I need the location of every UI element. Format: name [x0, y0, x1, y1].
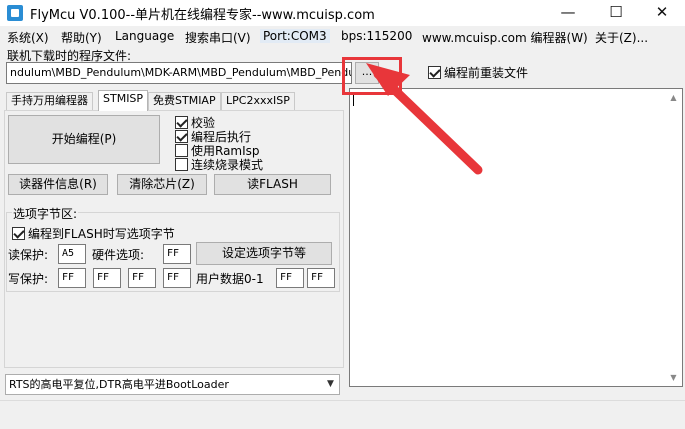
boot-mode-select[interactable]: RTS的高电平复位,DTR高电平进BootLoader ▼ [5, 374, 340, 395]
checkbox-checked-icon [428, 66, 441, 79]
window-title: FlyMcu V0.100--单片机在线编程专家--www.mcuisp.com [30, 8, 375, 23]
user-data-label: 用户数据0-1 [196, 272, 264, 286]
erase-chip-button[interactable]: 清除芯片(Z) [117, 174, 207, 195]
read-protect-label: 读保护: [8, 248, 49, 262]
menu-system[interactable]: 系统(X) [7, 29, 49, 46]
tab-free-stmiap[interactable]: 免费STMIAP [148, 92, 221, 110]
title-bar: FlyMcu V0.100--单片机在线编程专家--www.mcuisp.com… [0, 0, 685, 26]
log-output[interactable]: ▲ ▼ [349, 88, 683, 387]
tab-lpc2xxxisp[interactable]: LPC2xxxISP [221, 92, 295, 110]
status-bar [0, 400, 685, 429]
reload-before-program-label: 编程前重装文件 [444, 66, 529, 80]
boot-mode-selected-value: RTS的高电平复位,DTR高电平进BootLoader [9, 378, 229, 391]
menu-baud-rate[interactable]: bps:115200 [341, 29, 412, 43]
user-data-field-1[interactable]: FF [307, 268, 335, 288]
close-button[interactable]: ✕ [639, 0, 685, 26]
write-protect-field-0[interactable]: FF [58, 268, 86, 288]
menu-search-port[interactable]: 搜索串口(V) [185, 29, 251, 46]
tab-stmisp[interactable]: STMISP [98, 90, 149, 111]
read-flash-button[interactable]: 读FLASH [214, 174, 331, 195]
menu-about[interactable]: 关于(Z)... [595, 29, 648, 46]
tab-handheld-programmer[interactable]: 手持万用编程器 [6, 92, 93, 110]
write-protect-label: 写保护: [8, 272, 49, 286]
option-bytes-title: 选项字节区: [12, 205, 79, 222]
read-protect-field[interactable]: A5 [58, 244, 86, 264]
chevron-down-icon[interactable]: ▼ [322, 375, 339, 394]
write-protect-field-3[interactable]: FF [163, 268, 191, 288]
app-logo-icon [7, 5, 23, 21]
hardware-option-field[interactable]: FF [163, 244, 191, 264]
log-scrollbar[interactable]: ▲ ▼ [665, 89, 682, 386]
menu-language[interactable]: Language [115, 29, 174, 43]
menu-help[interactable]: 帮助(Y) [61, 29, 102, 46]
write-option-bytes-label: 编程到FLASH时写选项字节 [28, 227, 175, 241]
write-protect-field-2[interactable]: FF [128, 268, 156, 288]
menu-bar: 系统(X) 帮助(Y) Language 搜索串口(V) Port:COM3 b… [0, 27, 685, 47]
set-option-bytes-button[interactable]: 设定选项字节等 [196, 242, 332, 265]
hardware-option-label: 硬件选项: [92, 248, 145, 262]
continuous-burn-checkbox[interactable]: 连续烧录模式 [175, 156, 263, 173]
browse-file-button[interactable]: ... [355, 62, 379, 84]
user-data-field-0[interactable]: FF [276, 268, 304, 288]
write-protect-field-1[interactable]: FF [93, 268, 121, 288]
read-device-info-button[interactable]: 读器件信息(R) [8, 174, 108, 195]
write-option-bytes-checkbox[interactable]: 编程到FLASH时写选项字节 [12, 225, 175, 242]
checkbox-unchecked-icon [175, 158, 188, 171]
checkbox-checked-icon [12, 227, 25, 240]
scroll-up-arrow-icon[interactable]: ▲ [665, 89, 682, 106]
menu-port[interactable]: Port:COM3 [260, 29, 330, 43]
maximize-button[interactable]: ☐ [593, 0, 639, 26]
menu-programmer[interactable]: www.mcuisp.com 编程器(W) [422, 29, 588, 46]
reload-before-program-checkbox[interactable]: 编程前重装文件 [428, 64, 528, 81]
program-file-path-input[interactable]: ndulum\MBD_Pendulum\MDK-ARM\MBD_Pendulum… [6, 62, 352, 84]
scroll-down-arrow-icon[interactable]: ▼ [665, 369, 682, 386]
continuous-burn-label: 连续烧录模式 [191, 158, 264, 172]
start-programming-button[interactable]: 开始编程(P) [8, 115, 160, 164]
minimize-button[interactable]: — [545, 0, 591, 26]
text-caret [353, 93, 354, 106]
